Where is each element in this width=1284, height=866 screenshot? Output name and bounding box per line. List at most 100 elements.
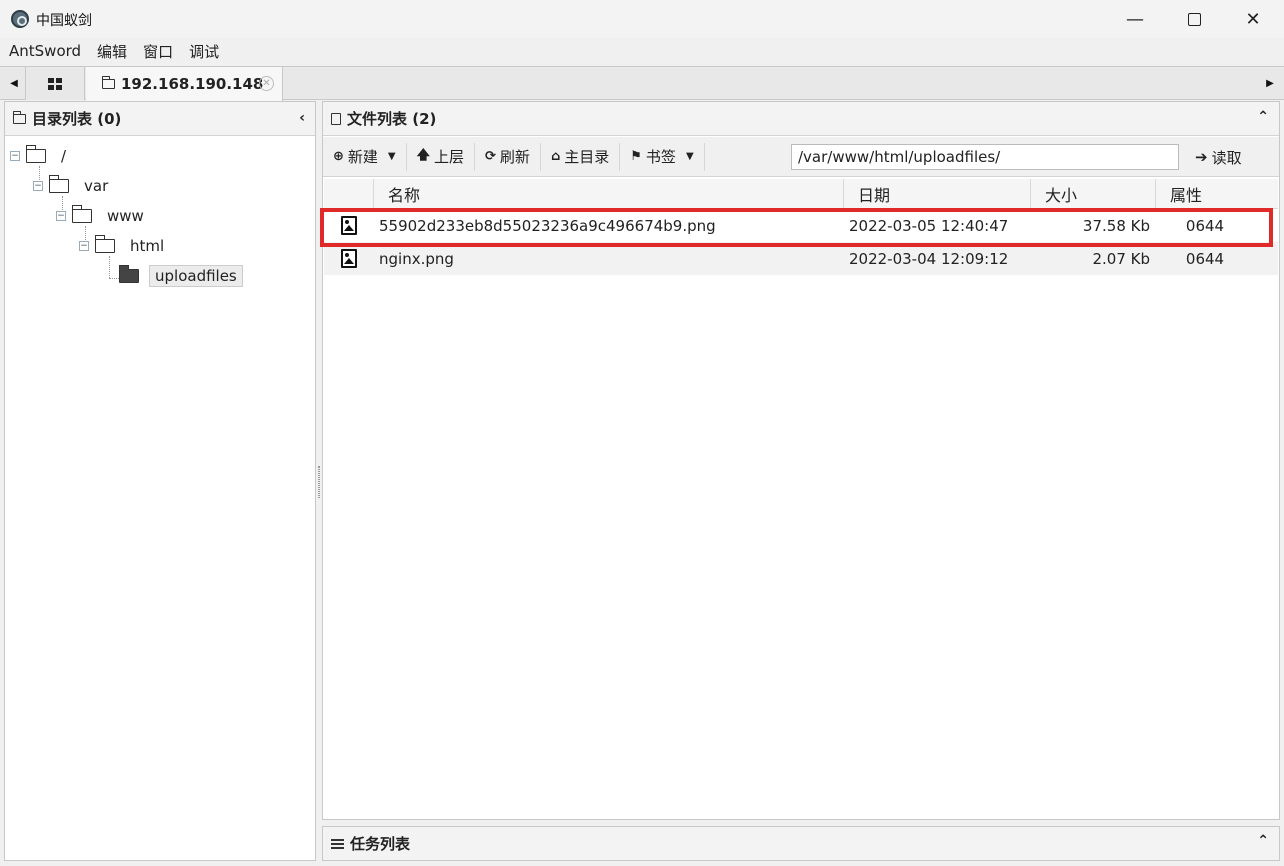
bookmark-icon: ⚑: [630, 149, 642, 164]
home-directory-button[interactable]: ⌂ 主目录: [541, 142, 621, 171]
file-attributes: 0644: [1185, 249, 1225, 268]
refresh-label: 刷新: [499, 148, 530, 166]
file-list-header: 文件列表 (2) ⌃: [323, 102, 1279, 136]
new-button[interactable]: ⊕ 新建 ▼: [323, 142, 407, 171]
folder-open-icon: [26, 145, 46, 163]
close-button[interactable]: ✕: [1224, 0, 1282, 38]
arrow-up-icon: 🡅: [416, 147, 430, 163]
chevron-up-icon[interactable]: ⌃: [1257, 833, 1269, 849]
bookmark-label: 书签: [645, 148, 676, 166]
refresh-icon: ⟳: [485, 149, 496, 164]
panel-splitter-handle[interactable]: [318, 466, 320, 498]
file-name: 55902d233eb8d55023236a9c496674b9.png: [379, 216, 716, 235]
tree-item-var[interactable]: − var: [33, 174, 113, 198]
collapse-left-icon[interactable]: ‹: [299, 110, 305, 126]
tab-strip: ◀ 192.168.190.148 ✕ ▶: [0, 66, 1284, 101]
tab-home-grid[interactable]: [25, 67, 85, 100]
caret-left-icon: ◀: [10, 78, 18, 89]
tree-collapse-toggle[interactable]: −: [33, 181, 43, 191]
caret-down-icon: ▼: [387, 151, 396, 162]
task-list-panel[interactable]: 任务列表 ⌃: [322, 826, 1280, 861]
tab-shell-session[interactable]: 192.168.190.148 ✕: [86, 67, 283, 101]
tree-item-html[interactable]: − html: [79, 234, 169, 258]
file-grid: 名称 日期 大小 属性 55902d233eb8d55023236a9c4966…: [324, 179, 1278, 275]
folder-icon: [102, 76, 115, 89]
maximize-button[interactable]: [1165, 0, 1223, 38]
file-size: 37.58 Kb: [1082, 216, 1150, 235]
file-name: nginx.png: [379, 249, 454, 268]
menu-bar: AntSword 编辑 窗口 调试: [0, 38, 1284, 64]
file-date: 2022-03-05 12:40:47: [849, 216, 1009, 235]
read-label: 读取: [1211, 148, 1242, 167]
directory-panel-header: 目录列表 (0) ‹: [5, 102, 315, 136]
tab-close-icon[interactable]: ✕: [259, 76, 274, 91]
caret-down-icon: ▼: [685, 151, 694, 162]
up-level-button[interactable]: 🡅 上层: [407, 142, 476, 171]
grid-icon: [48, 77, 62, 90]
tab-scroll-left-button[interactable]: ◀: [4, 67, 24, 100]
tree-collapse-toggle[interactable]: −: [10, 151, 20, 161]
file-grid-header: 名称 日期 大小 属性: [324, 179, 1278, 209]
folder-open-icon: [72, 205, 92, 223]
table-row[interactable]: 55902d233eb8d55023236a9c496674b9.png 202…: [324, 209, 1278, 242]
chevron-up-icon[interactable]: ⌃: [1257, 109, 1269, 125]
menu-edit[interactable]: 编辑: [97, 41, 127, 62]
column-header-attributes[interactable]: 属性: [1156, 179, 1278, 208]
bookmark-button[interactable]: ⚑ 书签 ▼: [620, 142, 705, 171]
tree-item-www[interactable]: − www: [56, 204, 149, 228]
image-file-icon: [341, 216, 357, 235]
refresh-button[interactable]: ⟳ 刷新: [475, 142, 541, 171]
file-date: 2022-03-04 12:09:12: [849, 249, 1009, 268]
antsword-logo-icon: [11, 10, 29, 28]
directory-panel-title: 目录列表 (0): [32, 110, 122, 128]
table-row[interactable]: nginx.png 2022-03-04 12:09:12 2.07 Kb 06…: [324, 242, 1278, 275]
tab-label: 192.168.190.148: [121, 75, 264, 93]
column-header-name[interactable]: 名称: [374, 179, 844, 208]
tree-collapse-toggle[interactable]: −: [79, 241, 89, 251]
file-toolbar: ⊕ 新建 ▼ 🡅 上层 ⟳ 刷新 ⌂ 主目录 ⚑ 书签 ▼ ➔ 读取: [323, 137, 1279, 177]
path-input[interactable]: [791, 144, 1179, 170]
folder-open-icon: [49, 175, 69, 193]
folder-open-icon: [95, 235, 115, 253]
tree-item-label: html: [130, 237, 165, 255]
folder-icon: [13, 110, 26, 124]
tree-item-label: var: [84, 177, 109, 195]
menu-window[interactable]: 窗口: [143, 41, 173, 62]
column-header-icon[interactable]: [324, 179, 374, 208]
up-level-label: 上层: [434, 148, 465, 166]
title-bar: 中国蚁剑 — ✕: [0, 0, 1284, 38]
window-title: 中国蚁剑: [36, 13, 92, 29]
file-size: 2.07 Kb: [1092, 249, 1150, 268]
tab-scroll-right-button[interactable]: ▶: [1260, 67, 1280, 100]
tree-item-label: /: [61, 147, 67, 165]
read-button[interactable]: ➔ 读取: [1189, 143, 1248, 171]
tree-item-uploadfiles[interactable]: uploadfiles: [115, 264, 243, 288]
close-icon: ✕: [1245, 8, 1261, 30]
column-header-size[interactable]: 大小: [1031, 179, 1156, 208]
caret-right-icon: ▶: [1266, 78, 1274, 89]
file-list-title: 文件列表 (2): [347, 110, 437, 128]
tree-collapse-toggle[interactable]: −: [56, 211, 66, 221]
file-list-panel: 文件列表 (2) ⌃ ⊕ 新建 ▼ 🡅 上层 ⟳ 刷新 ⌂ 主目录 ⚑ 书签 ▼…: [322, 101, 1280, 820]
plus-circle-icon: ⊕: [333, 149, 344, 164]
home-icon: ⌂: [550, 149, 561, 164]
maximize-icon: [1187, 12, 1201, 26]
folder-filled-icon: [119, 265, 139, 283]
column-header-date[interactable]: 日期: [844, 179, 1031, 208]
minimize-button[interactable]: —: [1106, 0, 1164, 38]
home-label: 主目录: [564, 148, 610, 166]
minimize-icon: —: [1126, 8, 1144, 30]
task-list-title: 任务列表: [350, 835, 411, 853]
arrow-right-icon: ➔: [1195, 148, 1208, 166]
tree-item-label: www: [107, 207, 144, 225]
image-file-icon: [341, 249, 357, 268]
file-attributes: 0644: [1185, 216, 1225, 235]
new-label: 新建: [347, 148, 378, 166]
menu-antsword[interactable]: AntSword: [9, 42, 81, 60]
directory-panel: 目录列表 (0) ‹ − / − var − www − html upload…: [4, 101, 316, 861]
file-icon: [331, 112, 341, 125]
tasks-icon: [331, 838, 344, 849]
menu-debug[interactable]: 调试: [189, 41, 219, 62]
tree-item-label: uploadfiles: [149, 265, 243, 287]
tree-item-root[interactable]: − /: [10, 144, 71, 168]
